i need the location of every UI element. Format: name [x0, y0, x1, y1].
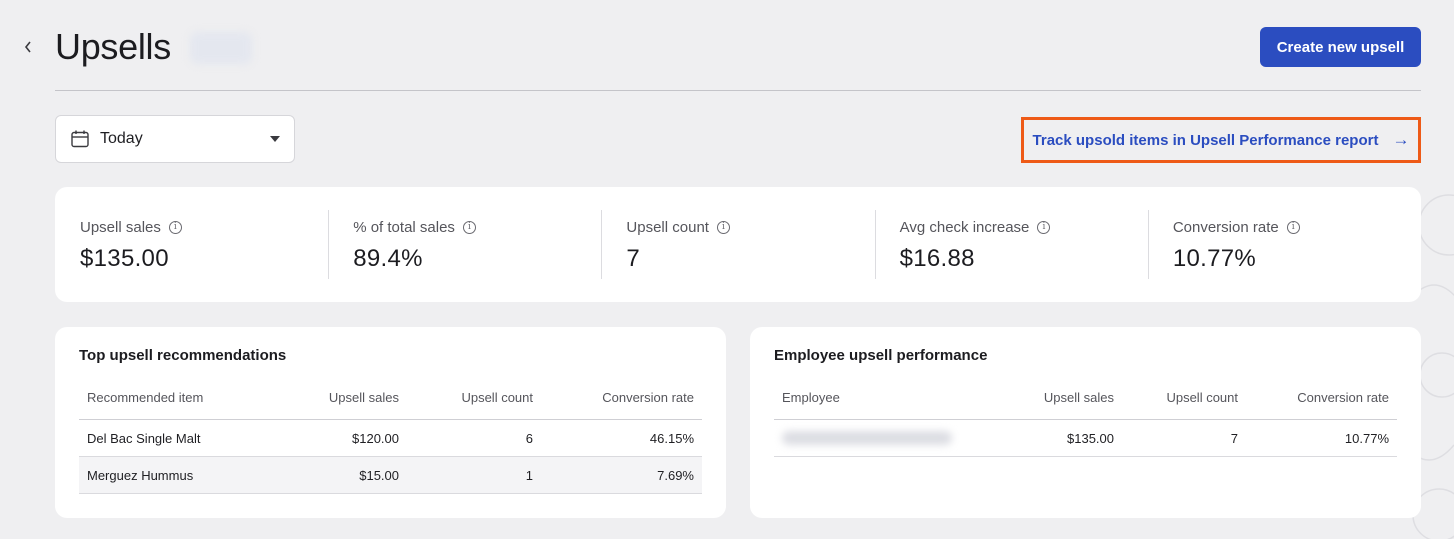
- page-title: Upsells: [55, 26, 171, 67]
- rate-cell: 46.15%: [649, 430, 694, 446]
- sales-cell: $135.00: [1067, 430, 1114, 446]
- table-row: Merguez Hummus $15.00 1 7.69%: [79, 457, 702, 494]
- location-badge: [190, 32, 252, 64]
- column-header[interactable]: Recommended item: [79, 390, 289, 405]
- info-icon[interactable]: i: [1286, 221, 1300, 234]
- metric-percent-total-sales: % of total sales i 89.4%: [328, 187, 601, 302]
- metric-upsell-count: Upsell count i 7: [601, 187, 874, 302]
- date-range-value: Today: [100, 130, 143, 147]
- metric-avg-check-increase: Avg check increase i $16.88: [874, 187, 1148, 302]
- employee-performance-table: Employee Upsell sales Upsell count Conve…: [774, 390, 1397, 457]
- report-link-label: Track upsold items in Upsell Performance…: [1032, 131, 1379, 149]
- column-header[interactable]: Employee: [774, 390, 984, 405]
- card-title: Employee upsell performance: [774, 347, 988, 364]
- sales-cell: $120.00: [352, 430, 399, 446]
- chevron-left-icon: [24, 41, 31, 53]
- back-button[interactable]: [18, 36, 38, 58]
- metric-value: 7: [626, 245, 641, 272]
- rate-cell: 7.69%: [657, 467, 694, 483]
- info-icon[interactable]: i: [462, 221, 476, 234]
- metric-label: Upsell count: [626, 219, 709, 236]
- employee-cell: [774, 431, 984, 445]
- metric-label: Conversion rate: [1172, 219, 1279, 236]
- employee-upsell-performance-card: Employee upsell performance Employee Ups…: [750, 327, 1421, 518]
- item-cell: Del Bac Single Malt: [87, 430, 201, 446]
- item-cell: Merguez Hummus: [87, 467, 194, 483]
- count-cell: 1: [525, 467, 533, 483]
- column-header[interactable]: Upsell count: [1122, 390, 1246, 405]
- metric-conversion-rate: Conversion rate i 10.77%: [1147, 187, 1421, 302]
- metric-label: Avg check increase: [899, 219, 1030, 236]
- upsell-performance-report-link[interactable]: Track upsold items in Upsell Performance…: [1021, 117, 1421, 163]
- info-icon[interactable]: i: [168, 221, 182, 234]
- column-header[interactable]: Upsell count: [407, 390, 541, 405]
- metric-upsell-sales: Upsell sales i $135.00: [55, 187, 328, 302]
- table-row: Del Bac Single Malt $120.00 6 46.15%: [79, 420, 702, 457]
- sales-cell: $15.00: [359, 467, 399, 483]
- table-header-row: Recommended item Upsell sales Upsell cou…: [79, 390, 702, 420]
- metrics-summary-card: Upsell sales i $135.00 % of total sales i …: [55, 187, 1421, 302]
- arrow-right-icon: →: [1392, 130, 1410, 149]
- table-header-row: Employee Upsell sales Upsell count Conve…: [774, 390, 1397, 420]
- count-cell: 7: [1230, 430, 1238, 446]
- table-row: $135.00 7 10.77%: [774, 420, 1397, 457]
- column-header[interactable]: Conversion rate: [1246, 390, 1397, 405]
- header-divider: [55, 90, 1421, 91]
- top-upsell-recommendations-card: Top upsell recommendations Recommended i…: [55, 327, 726, 518]
- metric-value: 10.77%: [1172, 245, 1257, 272]
- column-header[interactable]: Upsell sales: [289, 390, 407, 405]
- employee-name-redacted: [782, 431, 952, 445]
- column-header[interactable]: Upsell sales: [984, 390, 1122, 405]
- info-icon[interactable]: i: [716, 221, 730, 234]
- metric-label: % of total sales: [353, 219, 455, 236]
- info-icon[interactable]: i: [1037, 221, 1051, 234]
- metric-value: $16.88: [899, 245, 975, 272]
- metric-value: 89.4%: [353, 245, 423, 272]
- metric-label: Upsell sales: [80, 219, 161, 236]
- caret-down-icon: [270, 136, 280, 142]
- metric-value: $135.00: [80, 245, 169, 272]
- date-range-select[interactable]: Today: [55, 115, 295, 163]
- column-header[interactable]: Conversion rate: [541, 390, 702, 405]
- calendar-icon: [71, 130, 89, 148]
- create-upsell-button[interactable]: Create new upsell: [1260, 27, 1421, 67]
- top-upsells-table: Recommended item Upsell sales Upsell cou…: [79, 390, 702, 494]
- rate-cell: 10.77%: [1344, 430, 1389, 446]
- card-title: Top upsell recommendations: [79, 347, 287, 364]
- count-cell: 6: [525, 430, 533, 446]
